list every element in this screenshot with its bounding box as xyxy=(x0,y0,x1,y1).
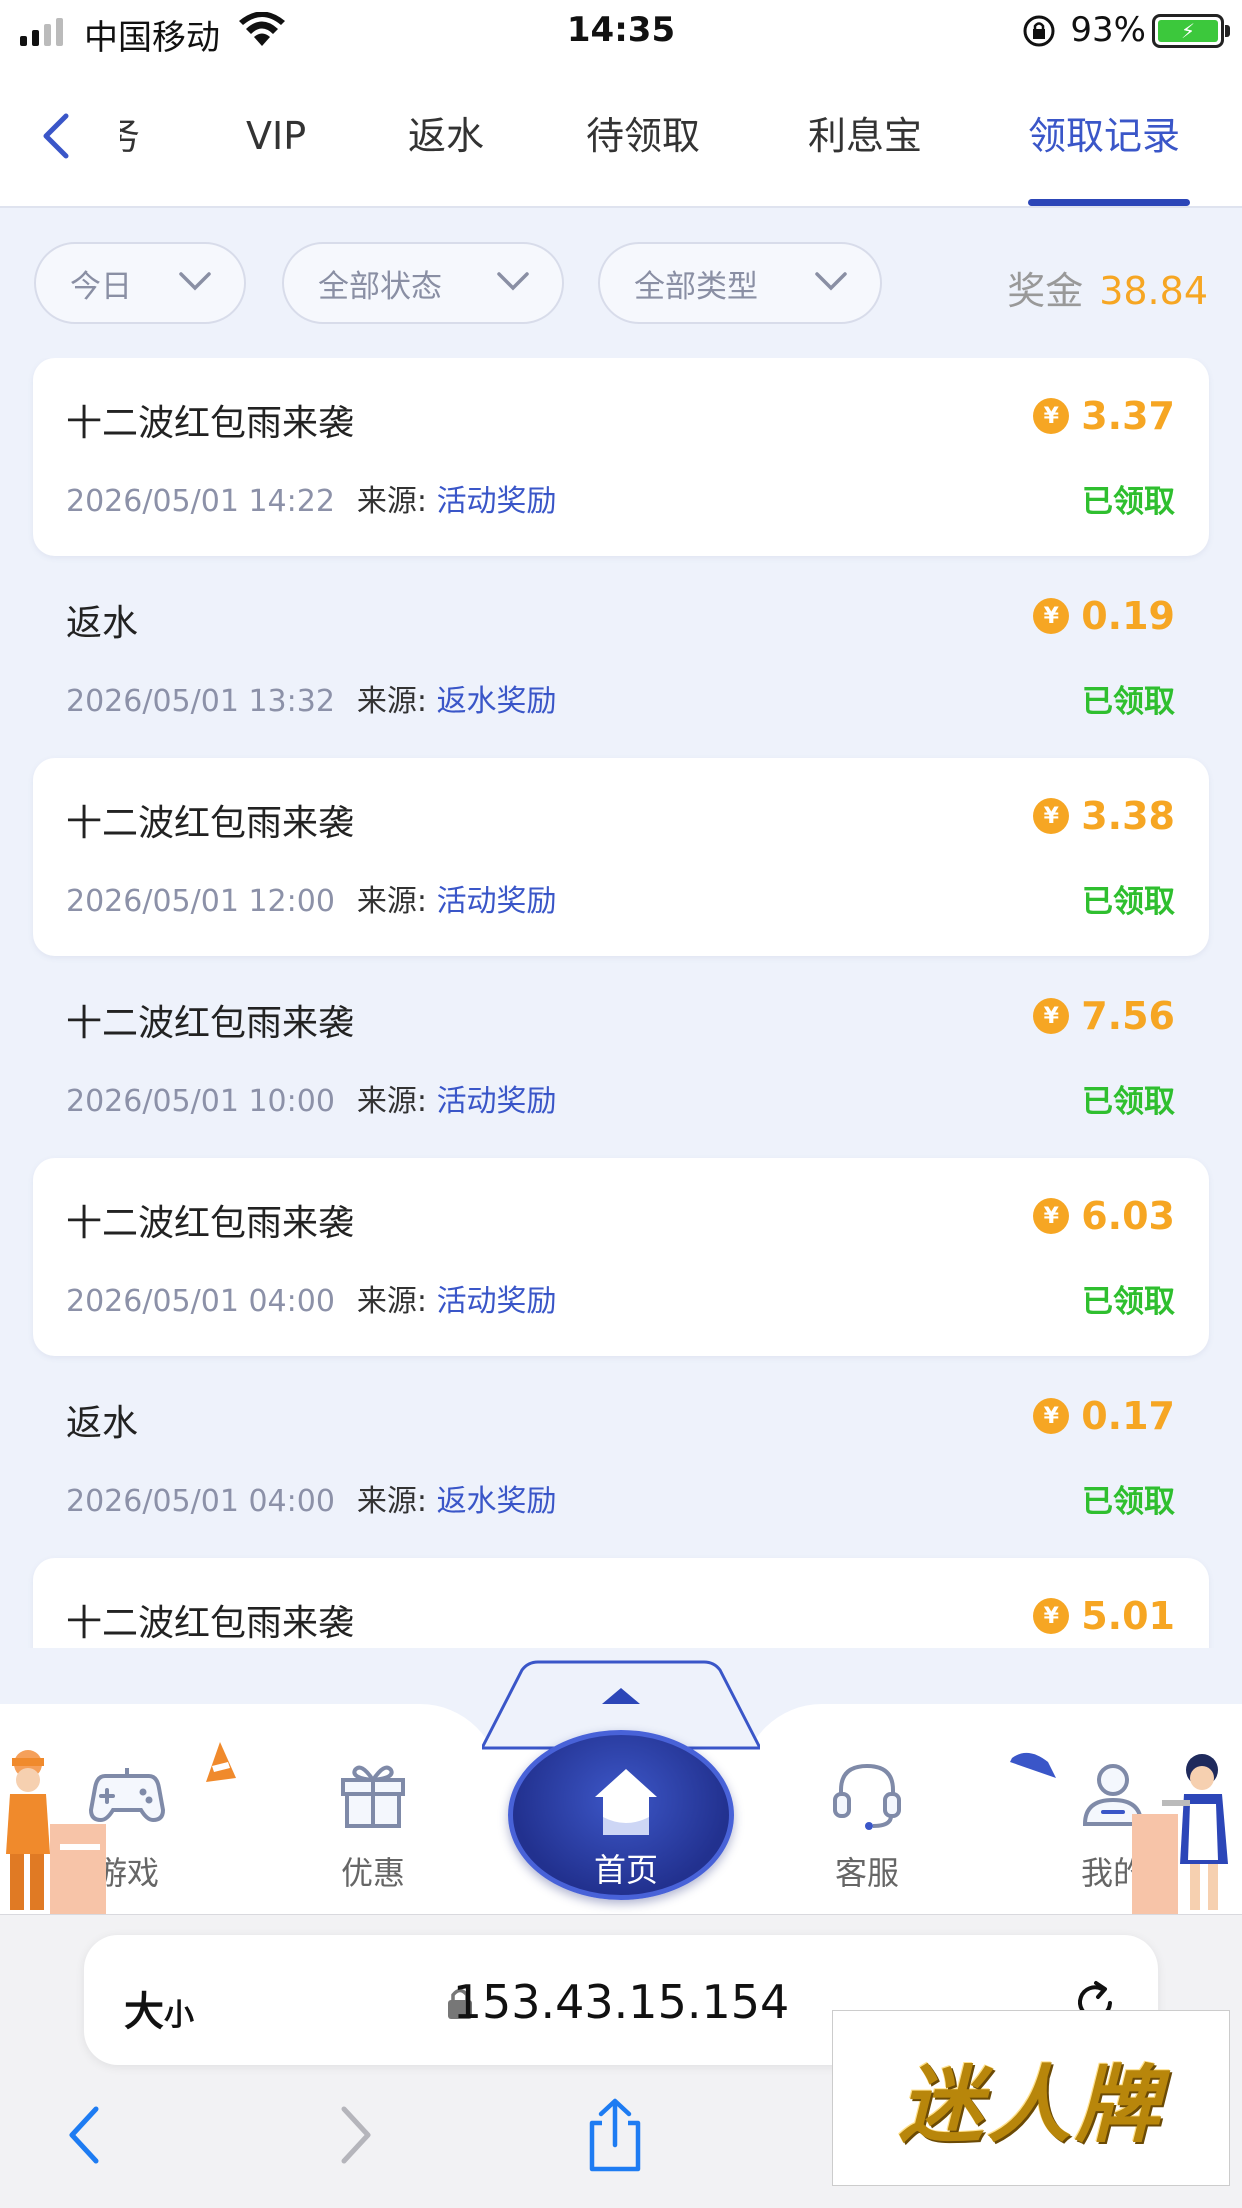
chevron-down-icon xyxy=(179,272,211,291)
tab-interest[interactable]: 利息宝 xyxy=(808,106,922,166)
record-time: 2026/05/01 04:00 xyxy=(66,1284,335,1319)
hardhat-illustration xyxy=(1010,1752,1056,1778)
record-status: 已领取 xyxy=(1082,1084,1175,1120)
chevron-left-icon xyxy=(43,113,69,159)
status-filter[interactable]: 全部状态 xyxy=(282,242,564,324)
coin-icon: ¥ xyxy=(1033,998,1070,1034)
record-meta: 2026/05/01 13:32 来源: 返水奖励 xyxy=(66,684,557,719)
coin-icon: ¥ xyxy=(1033,398,1070,434)
construction-worker-illustration xyxy=(6,1750,106,1914)
record-amount: ¥0.17 xyxy=(1033,1394,1175,1438)
record-time: 2026/05/01 12:00 xyxy=(66,884,335,919)
record-title: 十二波红包雨来袭 xyxy=(66,1203,355,1244)
browser-back-button[interactable] xyxy=(64,2105,104,2165)
watermark-logo: 迷人牌 xyxy=(832,2010,1230,2186)
type-filter[interactable]: 全部类型 xyxy=(598,242,882,324)
record-source: 活动奖励 xyxy=(436,1084,557,1119)
record-source: 活动奖励 xyxy=(436,1284,557,1319)
record-time: 2026/05/01 13:32 xyxy=(66,684,335,719)
status-bar: 中国移动 14:35 93% ⚡ xyxy=(0,0,1242,66)
orientation-lock-icon xyxy=(1023,15,1055,47)
nav-home-label: 首页 xyxy=(593,1851,658,1889)
nav-service[interactable]: 客服 xyxy=(802,1744,932,1894)
battery-percent: 93% xyxy=(1070,10,1146,50)
bonus-total: 奖金 38.84 xyxy=(1007,260,1208,315)
record-amount: ¥5.01 xyxy=(1033,1594,1175,1638)
record-amount: ¥0.19 xyxy=(1033,594,1175,638)
type-filter-label: 全部类型 xyxy=(634,268,758,305)
waitress-illustration xyxy=(1132,1754,1228,1914)
coin-icon: ¥ xyxy=(1033,798,1070,834)
record-status: 已领取 xyxy=(1082,684,1175,720)
traffic-cone-illustration xyxy=(206,1742,236,1782)
nav-promos-label: 优惠 xyxy=(340,1854,405,1892)
records-list: 十二波红包雨来袭 ¥3.37 2026/05/01 14:22 来源: 活动奖励 … xyxy=(0,358,1242,1648)
house-icon xyxy=(595,1769,657,1835)
record-amount: ¥3.38 xyxy=(1033,794,1175,838)
tab-bar: 务 VIP 返水 待领取 利息宝 领取记录 xyxy=(0,66,1242,208)
share-icon[interactable] xyxy=(584,2097,646,2173)
record-item[interactable]: 十二波红包雨来袭 ¥7.56 2026/05/01 10:00 来源: 活动奖励 … xyxy=(33,958,1209,1156)
nav-promos[interactable]: 优惠 xyxy=(308,1744,438,1894)
record-source: 活动奖励 xyxy=(436,484,557,519)
tab-rebate[interactable]: 返水 xyxy=(408,106,484,166)
coin-icon: ¥ xyxy=(1033,1598,1070,1634)
record-item[interactable]: 十二波红包雨来袭 ¥3.38 2026/05/01 12:00 来源: 活动奖励 … xyxy=(33,758,1209,956)
record-item[interactable]: 返水 ¥0.17 2026/05/01 04:00 来源: 返水奖励 已领取 xyxy=(33,1358,1209,1556)
record-title: 十二波红包雨来袭 xyxy=(66,1603,355,1644)
record-item[interactable]: 十二波红包雨来袭 ¥3.37 2026/05/01 14:22 来源: 活动奖励 … xyxy=(33,358,1209,556)
record-source: 返水奖励 xyxy=(436,1484,557,1519)
headset-icon xyxy=(833,1763,901,1830)
record-title: 返水 xyxy=(66,1403,139,1444)
filter-row: 今日 全部状态 全部类型 奖金 38.84 xyxy=(0,242,1242,324)
chevron-down-icon xyxy=(497,272,529,291)
record-status: 已领取 xyxy=(1082,1484,1175,1520)
chevron-down-icon xyxy=(815,272,847,291)
record-title: 十二波红包雨来袭 xyxy=(66,1003,355,1044)
tab-pending[interactable]: 待领取 xyxy=(586,106,700,166)
nav-home[interactable]: 首页 xyxy=(508,1730,734,1900)
browser-forward-button[interactable] xyxy=(336,2105,376,2165)
record-title: 返水 xyxy=(66,603,139,644)
bottom-nav: 游戏 优惠 首页 客服 我的 xyxy=(0,1660,1242,1914)
record-time: 2026/05/01 04:00 xyxy=(66,1484,335,1519)
record-status: 已领取 xyxy=(1082,884,1175,920)
record-time: 2026/05/01 10:00 xyxy=(66,1084,335,1119)
record-meta: 2026/05/01 10:00 来源: 活动奖励 xyxy=(66,1084,557,1119)
record-time: 2026/05/01 14:22 xyxy=(66,484,335,519)
nav-service-label: 客服 xyxy=(834,1854,899,1892)
record-source: 活动奖励 xyxy=(436,884,557,919)
status-filter-label: 全部状态 xyxy=(318,268,442,305)
record-status: 已领取 xyxy=(1082,1284,1175,1320)
tab-tasks-partial[interactable]: 务 xyxy=(120,106,144,166)
record-amount: ¥3.37 xyxy=(1033,394,1175,438)
date-filter-label: 今日 xyxy=(70,268,132,305)
back-button[interactable] xyxy=(30,106,80,166)
record-meta: 2026/05/01 04:00 来源: 返水奖励 xyxy=(66,1484,557,1519)
tab-claim-records[interactable]: 领取记录 xyxy=(1028,106,1180,166)
record-item[interactable]: 十二波红包雨来袭 ¥6.03 2026/05/01 04:00 来源: 活动奖励 … xyxy=(33,1158,1209,1356)
coin-icon: ¥ xyxy=(1033,1198,1070,1234)
date-filter[interactable]: 今日 xyxy=(34,242,246,324)
record-title: 十二波红包雨来袭 xyxy=(66,803,355,844)
coin-icon: ¥ xyxy=(1033,598,1070,634)
record-meta: 2026/05/01 04:00 来源: 活动奖励 xyxy=(66,1284,557,1319)
bonus-label: 奖金 xyxy=(1007,269,1084,313)
record-status: 已领取 xyxy=(1082,484,1175,520)
record-meta: 2026/05/01 12:00 来源: 活动奖励 xyxy=(66,884,557,919)
battery-icon: ⚡ xyxy=(1152,14,1230,48)
gift-icon xyxy=(341,1765,405,1828)
record-item[interactable]: 返水 ¥0.19 2026/05/01 13:32 来源: 返水奖励 已领取 xyxy=(33,558,1209,756)
tab-vip[interactable]: VIP xyxy=(246,106,306,166)
watermark-text: 迷人牌 xyxy=(898,2054,1163,2154)
record-title: 十二波红包雨来袭 xyxy=(66,403,355,444)
active-tab-indicator xyxy=(1028,199,1190,206)
record-source: 返水奖励 xyxy=(436,684,557,719)
record-item[interactable]: 十二波红包雨来袭 ¥5.01 xyxy=(33,1558,1209,1648)
record-amount: ¥6.03 xyxy=(1033,1194,1175,1238)
record-meta: 2026/05/01 14:22 来源: 活动奖励 xyxy=(66,484,557,519)
coin-icon: ¥ xyxy=(1033,1398,1070,1434)
record-amount: ¥7.56 xyxy=(1033,994,1175,1038)
bonus-value: 38.84 xyxy=(1099,269,1208,313)
